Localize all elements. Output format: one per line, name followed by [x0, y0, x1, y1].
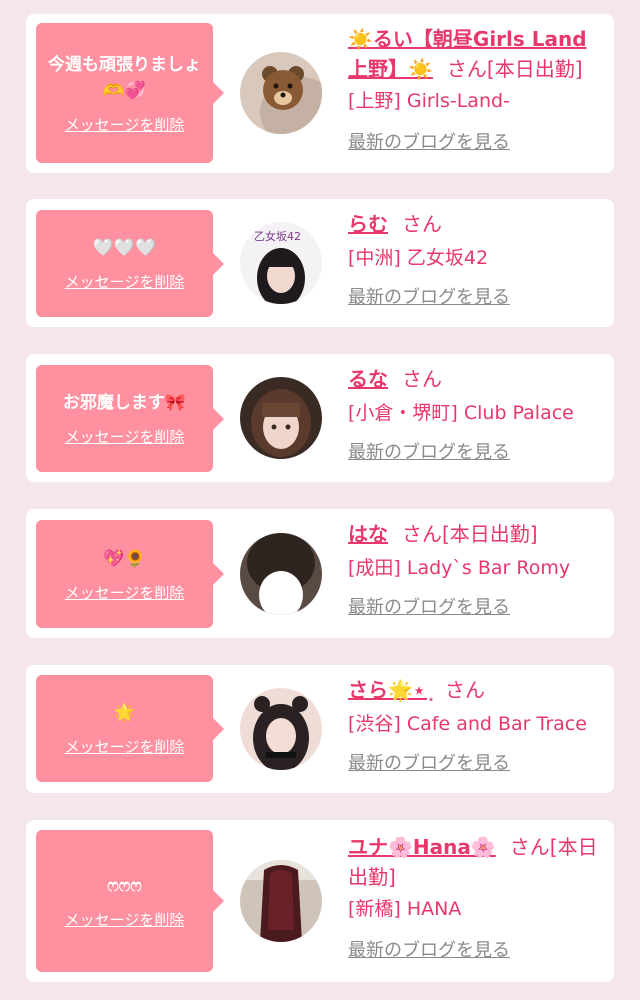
- long-hair-photo-icon: [240, 860, 322, 942]
- cast-suffix: さん: [402, 212, 442, 236]
- avatar[interactable]: [240, 688, 322, 770]
- shop-name: [渋谷] Cafe and Bar Trace: [348, 713, 587, 735]
- shop-name: [中洲] 乙女坂42: [348, 247, 489, 269]
- girl-photo-icon: [240, 377, 322, 459]
- cast-info: らむ さん [中洲] 乙女坂42 最新のブログを見る: [348, 209, 606, 311]
- message-text: 🌟: [113, 703, 136, 723]
- message-bubble: 🌟 メッセージを削除: [36, 675, 224, 782]
- delete-message-link[interactable]: メッセージを削除: [65, 909, 185, 930]
- message-text: 🤍🤍🤍: [92, 238, 157, 258]
- message-card: 💖🌻 メッセージを削除 はな さん[本日出勤] [成田] Lady`s Bar R…: [26, 509, 614, 638]
- cast-info: はな さん[本日出勤] [成田] Lady`s Bar Romy 最新のブログを見…: [348, 519, 606, 621]
- cast-info: ☀️るい【朝昼Girls Land上野】☀️ さん[本日出勤] [上野] Girl…: [348, 24, 606, 156]
- latest-blog-link[interactable]: 最新のブログを見る: [348, 751, 606, 777]
- shop-name: [成田] Lady`s Bar Romy: [348, 557, 571, 579]
- hair-photo-icon: [240, 533, 322, 615]
- svg-text:乙女坂42: 乙女坂42: [254, 229, 301, 243]
- cast-info: さら🌟⋆ ͙ さん [渋谷] Cafe and Bar Trace 最新のブログを…: [348, 675, 606, 777]
- cast-name-link[interactable]: ユナ🌸Hana🌸: [348, 835, 496, 859]
- shop-name: [上野] Girls-Land-: [348, 90, 510, 112]
- avatar[interactable]: [240, 52, 322, 134]
- latest-blog-link[interactable]: 最新のブログを見る: [348, 938, 606, 964]
- avatar[interactable]: [240, 377, 322, 459]
- message-card: 今週も頑張りましょ🫶💞 メッセージを削除 ☀️るい【朝昼Girls Land上野…: [26, 14, 614, 173]
- cast-suffix: さん: [402, 367, 442, 391]
- cast-name-link[interactable]: はな: [348, 522, 388, 546]
- bear-face-photo-icon: [240, 52, 322, 134]
- message-bubble: 💖🌻 メッセージを削除: [36, 520, 224, 628]
- delete-message-link[interactable]: メッセージを削除: [65, 582, 185, 603]
- latest-blog-link[interactable]: 最新のブログを見る: [348, 285, 606, 311]
- message-card: お邪魔します🎀 メッセージを削除 るな さん [小倉・堺町] Club Palac…: [26, 354, 614, 482]
- message-bubble: ෆෆෆ メッセージを削除: [36, 830, 224, 972]
- cast-suffix: さん[本日出勤]: [402, 522, 538, 546]
- message-card: ෆෆෆ メッセージを削除 ユナ🌸Hana🌸 さん[本日出勤] [新橋] HANA …: [26, 820, 614, 982]
- delete-message-link[interactable]: メッセージを削除: [65, 114, 185, 135]
- delete-message-link[interactable]: メッセージを削除: [65, 271, 185, 292]
- latest-blog-link[interactable]: 最新のブログを見る: [348, 130, 606, 156]
- latest-blog-link[interactable]: 最新のブログを見る: [348, 440, 606, 466]
- avatar[interactable]: 乙女坂42: [240, 222, 322, 304]
- girl-photo-icon: 乙女坂42: [240, 222, 322, 304]
- message-text: お邪魔します🎀: [62, 393, 187, 413]
- shop-name: [新橋] HANA: [348, 898, 462, 920]
- cast-info: るな さん [小倉・堺町] Club Palace 最新のブログを見る: [348, 364, 606, 466]
- avatar[interactable]: [240, 860, 322, 942]
- cast-suffix: さん[本日出勤]: [446, 57, 583, 81]
- cast-name-link[interactable]: るな: [348, 367, 388, 391]
- message-card: 🤍🤍🤍 メッセージを削除 乙女坂42 らむ さん [中洲] 乙女坂42 最新のブロ…: [26, 199, 614, 327]
- message-text: 今週も頑張りましょ🫶💞: [48, 54, 201, 101]
- message-bubble: 🤍🤍🤍 メッセージを削除: [36, 210, 224, 317]
- message-text: 💖🌻: [103, 548, 146, 569]
- cast-suffix: さん: [444, 678, 485, 702]
- delete-message-link[interactable]: メッセージを削除: [65, 736, 185, 757]
- cast-name-link[interactable]: さら🌟⋆ ͙: [348, 678, 431, 702]
- message-bubble: お邪魔します🎀 メッセージを削除: [36, 365, 224, 472]
- girl-photo-icon: [240, 688, 322, 770]
- message-card: 🌟 メッセージを削除 さら🌟⋆ ͙ さん [渋谷] Cafe and Bar Tr…: [26, 665, 614, 793]
- avatar[interactable]: [240, 533, 322, 615]
- delete-message-link[interactable]: メッセージを削除: [65, 426, 185, 447]
- cast-info: ユナ🌸Hana🌸 さん[本日出勤] [新橋] HANA 最新のブログを見る: [348, 832, 606, 964]
- latest-blog-link[interactable]: 最新のブログを見る: [348, 595, 606, 621]
- cast-name-link[interactable]: らむ: [348, 212, 388, 236]
- message-text: ෆෆෆ: [107, 875, 142, 896]
- shop-name: [小倉・堺町] Club Palace: [348, 402, 574, 424]
- message-bubble: 今週も頑張りましょ🫶💞 メッセージを削除: [36, 23, 224, 163]
